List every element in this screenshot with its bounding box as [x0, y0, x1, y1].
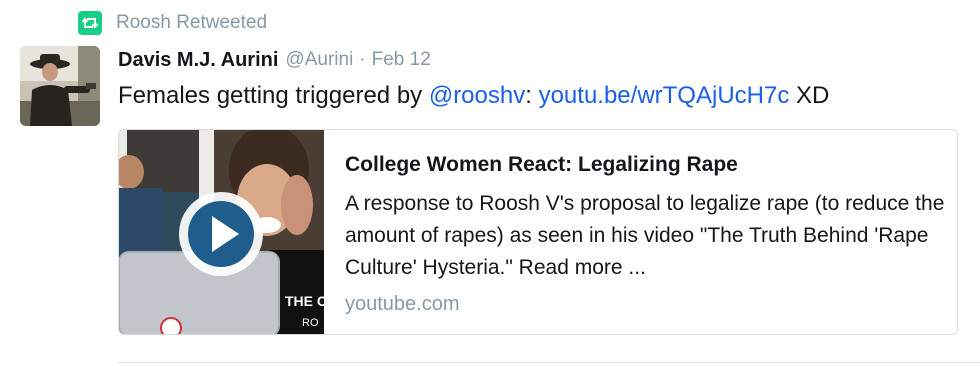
youtube-link[interactable]: youtu.be/wrTQAjUcH7c	[539, 82, 790, 109]
separator-dot: ·	[359, 49, 366, 70]
thumbnail-overlay-text: THE C	[285, 293, 324, 309]
retweet-icon	[78, 11, 102, 35]
link-preview-card[interactable]: THE C RO College Women React: Legalizing…	[118, 129, 958, 335]
retweet-context: Roosh Retweeted	[78, 10, 267, 36]
avatar[interactable]	[20, 46, 100, 126]
tweet-text-suffix: XD	[789, 82, 830, 109]
user-handle[interactable]: @Aurini	[285, 49, 353, 71]
card-body: College Women React: Legalizing Rape A r…	[324, 130, 954, 334]
card-title[interactable]: College Women React: Legalizing Rape	[345, 150, 954, 180]
tweet-text-prefix: Females getting triggered by	[118, 82, 429, 109]
tweet-text: Females getting triggered by @rooshv: yo…	[118, 80, 829, 112]
display-name[interactable]: Davis M.J. Aurini	[118, 49, 278, 72]
thumbnail-overlay-text-2: RO	[302, 317, 319, 329]
mention-link[interactable]: @rooshv	[429, 82, 525, 109]
card-domain: youtube.com	[345, 293, 460, 315]
tweet-header: Davis M.J. Aurini @Aurini · Feb 12	[118, 46, 431, 74]
tweet-timestamp[interactable]: Feb 12	[372, 49, 431, 71]
card-description: A response to Roosh V's proposal to lega…	[345, 192, 945, 279]
play-icon[interactable]	[175, 188, 267, 280]
retweeted-by-label[interactable]: Roosh Retweeted	[116, 12, 267, 34]
divider	[118, 362, 980, 363]
video-thumbnail[interactable]: THE C RO	[119, 130, 324, 334]
tweet-text-colon: :	[525, 82, 539, 109]
